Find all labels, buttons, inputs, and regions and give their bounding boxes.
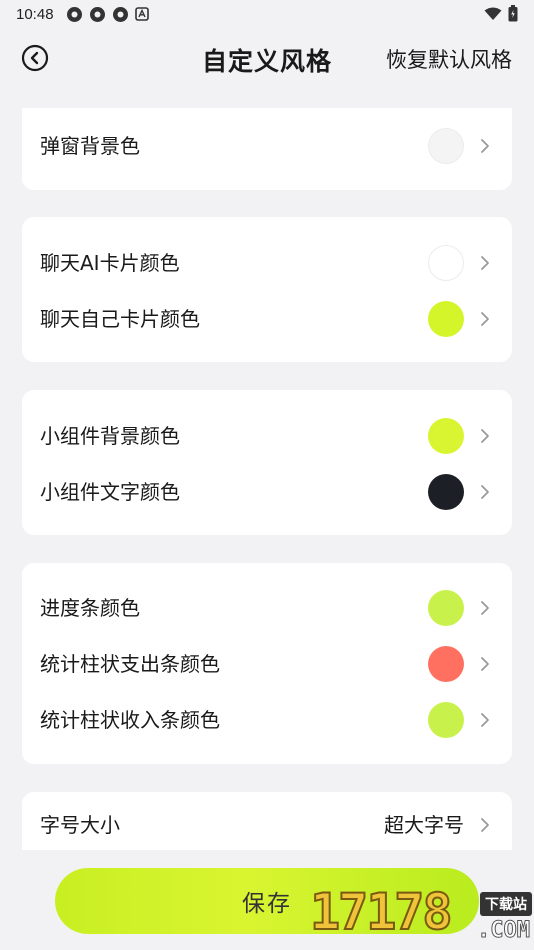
chevron-right-icon: [481, 601, 489, 615]
header: 自定义风格 恢复默认风格: [0, 28, 534, 90]
color-swatch: [428, 301, 464, 337]
color-swatch: [428, 646, 464, 682]
chevron-right-icon: [481, 657, 489, 671]
status-time: 10:48: [16, 5, 54, 23]
battery-icon: [508, 5, 518, 22]
chevron-right-icon: [481, 485, 489, 499]
row-label: 小组件背景颜色: [40, 424, 180, 448]
chat-self-card-color-row[interactable]: 聊天自己卡片颜色: [22, 291, 512, 347]
row-label: 进度条颜色: [40, 596, 140, 620]
back-button[interactable]: [21, 44, 49, 72]
font-size-value: 超大字号: [384, 813, 464, 837]
chevron-right-icon: [481, 139, 489, 153]
stat-expense-bar-color-row[interactable]: 统计柱状支出条颜色: [22, 636, 512, 692]
popup-bg-color-row[interactable]: 弹窗背景色: [22, 118, 512, 174]
watermark-domain: .COM: [477, 918, 531, 944]
watermark-number: 17178: [309, 882, 454, 942]
color-swatch: [428, 702, 464, 738]
chevron-left-circle-icon: [21, 44, 49, 72]
wifi-icon: [484, 7, 502, 20]
a-badge-icon: [134, 7, 149, 21]
popup-settings-card: 弹窗背景色: [22, 108, 512, 190]
row-label: 聊天自己卡片颜色: [40, 307, 200, 331]
notification-icons: [66, 6, 149, 23]
chevron-right-icon: [481, 256, 489, 270]
chevron-right-icon: [481, 818, 489, 832]
stat-income-bar-color-row[interactable]: 统计柱状收入条颜色: [22, 692, 512, 748]
row-label: 聊天AI卡片颜色: [40, 251, 180, 275]
chevron-right-icon: [481, 429, 489, 443]
color-swatch: [428, 245, 464, 281]
progress-bar-color-row[interactable]: 进度条颜色: [22, 580, 512, 636]
chevron-right-icon: [481, 312, 489, 326]
color-swatch: [428, 590, 464, 626]
row-label: 字号大小: [40, 813, 120, 837]
watermark-logo: 17178 下载站 .COM: [306, 882, 534, 950]
status-right-icons: [484, 5, 518, 22]
color-swatch: [428, 128, 464, 164]
chat-ai-card-color-row[interactable]: 聊天AI卡片颜色: [22, 235, 512, 291]
color-swatch: [428, 418, 464, 454]
status-bar: 10:48: [0, 0, 534, 28]
row-label: 统计柱状收入条颜色: [40, 708, 220, 732]
widget-settings-card: 小组件背景颜色 小组件文字颜色: [22, 390, 512, 535]
row-label: 统计柱状支出条颜色: [40, 652, 220, 676]
stats-settings-card: 进度条颜色 统计柱状支出条颜色 统计柱状收入条颜色: [22, 563, 512, 764]
font-size-row[interactable]: 字号大小 超大字号: [22, 797, 512, 853]
row-label: 弹窗背景色: [40, 134, 140, 158]
watermark-tag: 下载站: [480, 892, 532, 916]
color-swatch: [428, 474, 464, 510]
aperture-icon: [112, 6, 128, 22]
widget-text-color-row[interactable]: 小组件文字颜色: [22, 464, 512, 520]
aperture-icon: [89, 6, 105, 22]
row-label: 小组件文字颜色: [40, 480, 180, 504]
chat-settings-card: 聊天AI卡片颜色 聊天自己卡片颜色: [22, 217, 512, 362]
restore-default-button[interactable]: 恢复默认风格: [386, 44, 512, 74]
aperture-icon: [66, 6, 82, 22]
widget-bg-color-row[interactable]: 小组件背景颜色: [22, 408, 512, 464]
chevron-right-icon: [481, 713, 489, 727]
